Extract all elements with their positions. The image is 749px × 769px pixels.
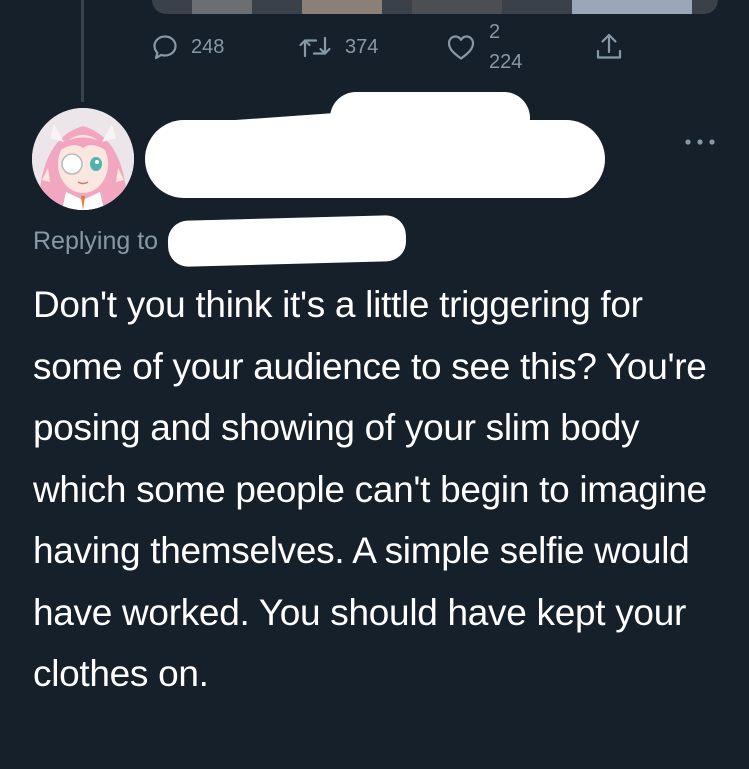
like-button[interactable]: 2 224 [446,21,522,73]
reply-button[interactable]: 248 [152,32,224,62]
user-avatar[interactable] [32,108,134,210]
retweet-button[interactable]: 374 [298,32,378,62]
replying-to-label: Replying to [33,227,159,255]
parent-tweet-image[interactable] [152,0,718,14]
more-options-button[interactable] [683,130,717,154]
share-icon [594,32,624,62]
share-button[interactable] [594,32,624,62]
retweet-count: 374 [345,36,379,58]
retweet-icon [298,34,332,60]
reply-icon [152,34,178,60]
heart-icon [446,33,476,61]
thread-connector-line [81,0,84,102]
avatar-anime-character-icon [32,108,134,210]
reply-count: 248 [191,36,225,58]
redacted-reply-handle [167,214,407,268]
tweet-text: Don't you think it's a little triggering… [33,284,707,694]
like-count: 2 224 [489,21,523,73]
redacted-name-scribble [330,92,530,144]
more-dots-icon [685,139,715,145]
